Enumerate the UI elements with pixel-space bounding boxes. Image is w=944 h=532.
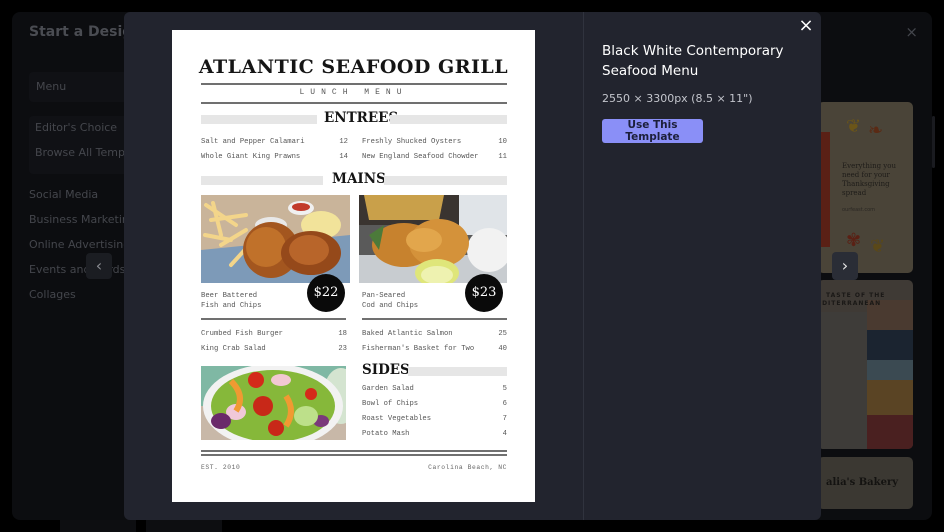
template-thumbnail-bakery[interactable]: alia's Bakery	[818, 457, 913, 509]
footer-established: EST. 2010	[201, 464, 241, 471]
menu-item-price: 6	[502, 400, 507, 408]
thumbnail-heading-line2: MEDITERRANEAN	[818, 300, 882, 307]
salad-photo	[201, 366, 346, 440]
carousel-prev-button[interactable]: ‹	[86, 253, 112, 279]
cod-and-chips-photo	[359, 195, 507, 283]
art-band	[867, 380, 913, 415]
section-bar	[390, 115, 507, 124]
nav-online-advertising[interactable]: Online Advertising	[29, 238, 130, 251]
section-bar	[201, 115, 317, 124]
divider	[201, 102, 507, 104]
menu-item-price: 5	[502, 385, 507, 393]
art-band	[867, 415, 913, 449]
menu-item-price: 25	[498, 330, 507, 338]
carousel-next-button[interactable]: ›	[832, 252, 858, 280]
menu-item: Roast Vegetables	[362, 415, 432, 423]
menu-title: ATLANTIC SEAFOOD GRILL	[198, 56, 509, 78]
menu-item: Baked Atlantic Salmon	[362, 330, 453, 338]
template-dimensions: 2550 × 3300px (8.5 × 11")	[602, 92, 753, 105]
template-thumbnail-thanksgiving[interactable]: ❦ ❧ Everything you need for your Thanksg…	[818, 102, 913, 273]
price-badge: $22	[307, 274, 345, 312]
leaf-icon: ❧	[868, 120, 884, 141]
menu-item-price: 23	[338, 345, 347, 353]
modal-divider	[583, 12, 584, 520]
subnav-box: Editor's Choice Browse All Templates	[29, 116, 152, 174]
featured-dish-line2: Cod and Chips	[362, 301, 419, 310]
divider	[201, 83, 507, 85]
use-template-button[interactable]: Use This Template	[602, 119, 703, 143]
featured-dish: Pan-Seared Cod and Chips	[362, 292, 418, 311]
menu-item: Bowl of Chips	[362, 400, 419, 408]
divider	[201, 450, 507, 452]
menu-item-price: 18	[338, 330, 347, 338]
template-title: Black White Contemporary Seafood Menu	[602, 43, 784, 79]
menu-subtitle: LUNCH MENU	[299, 88, 408, 97]
category-select-value: Menu	[36, 80, 67, 93]
menu-item: Crumbed Fish Burger	[201, 330, 283, 338]
menu-item: New England Seafood Chowder	[362, 153, 479, 161]
close-icon[interactable]: ×	[797, 17, 815, 35]
template-thumbnail-mediterranean[interactable]: TASTE OF THE MEDITERRANEAN	[818, 280, 913, 449]
mains-heading: MAINS	[332, 171, 386, 187]
fish-and-chips-photo	[201, 195, 350, 283]
section-bar	[384, 176, 507, 185]
menu-item: Salt and Pepper Calamari	[201, 138, 305, 146]
menu-item-price: 4	[502, 430, 507, 438]
menu-item-price: 12	[339, 138, 348, 146]
menu-item: Whole Giant King Prawns	[201, 153, 301, 161]
category-select[interactable]: Menu	[29, 72, 139, 102]
menu-item-price: 40	[498, 345, 507, 353]
menu-preview: ATLANTIC SEAFOOD GRILL LUNCH MENU ENTREE…	[172, 30, 535, 502]
background-tab[interactable]	[146, 520, 222, 532]
menu-item: Garden Salad	[362, 385, 414, 393]
leaf-icon: ❦	[870, 236, 886, 257]
menu-item-price: 7	[502, 415, 507, 423]
menu-item-price: 10	[498, 138, 507, 146]
background-close-icon[interactable]: ×	[905, 23, 918, 41]
price-badge: $23	[465, 274, 503, 312]
thumbnail-url: ourfeast.com	[842, 207, 876, 213]
featured-dish: Beer Battered Fish and Chips	[201, 292, 261, 311]
divider	[201, 318, 346, 320]
nav-collages[interactable]: Collages	[29, 288, 76, 301]
entrees-heading: ENTREES	[324, 110, 399, 126]
divider	[201, 454, 507, 456]
divider	[362, 318, 507, 320]
menu-item: Freshly Shucked Oysters	[362, 138, 462, 146]
footer-location: Carolina Beach, NC	[428, 464, 507, 471]
art-band	[867, 360, 913, 380]
thumbnail-text: alia's Bakery	[826, 477, 899, 488]
thumbnail-heading: TASTE OF THE MEDITERRANEAN	[818, 292, 913, 308]
menu-item-price: 14	[339, 153, 348, 161]
nav-business-marketing[interactable]: Business Marketing	[29, 213, 136, 226]
art-band	[867, 330, 913, 360]
menu-column	[818, 312, 867, 449]
background-tab[interactable]	[60, 520, 136, 532]
leaf-icon: ❦	[846, 116, 862, 137]
featured-dish-line1: Pan-Seared	[362, 292, 406, 300]
menu-item: Potato Mash	[362, 430, 410, 438]
menu-item: King Crab Salad	[201, 345, 266, 353]
sides-heading: SIDES	[362, 362, 410, 378]
thumbnail-text: Everything you need for your Thanksgivin…	[842, 162, 896, 197]
leaf-icon: ✾	[846, 230, 862, 251]
template-preview-modal: ATLANTIC SEAFOOD GRILL LUNCH MENU ENTREE…	[124, 12, 821, 520]
section-bar	[201, 176, 323, 185]
background-scrollbar[interactable]	[932, 116, 935, 168]
subnav-editors-choice[interactable]: Editor's Choice	[35, 121, 117, 134]
menu-item-price: 11	[498, 153, 507, 161]
nav-social-media[interactable]: Social Media	[29, 188, 98, 201]
thumbnail-heading-line1: TASTE OF THE	[826, 292, 886, 299]
menu-item: Fisherman's Basket for Two	[362, 345, 475, 353]
section-bar	[408, 367, 507, 376]
featured-dish-line2: Fish and Chips	[201, 301, 262, 310]
featured-dish-line1: Beer Battered	[201, 292, 258, 300]
